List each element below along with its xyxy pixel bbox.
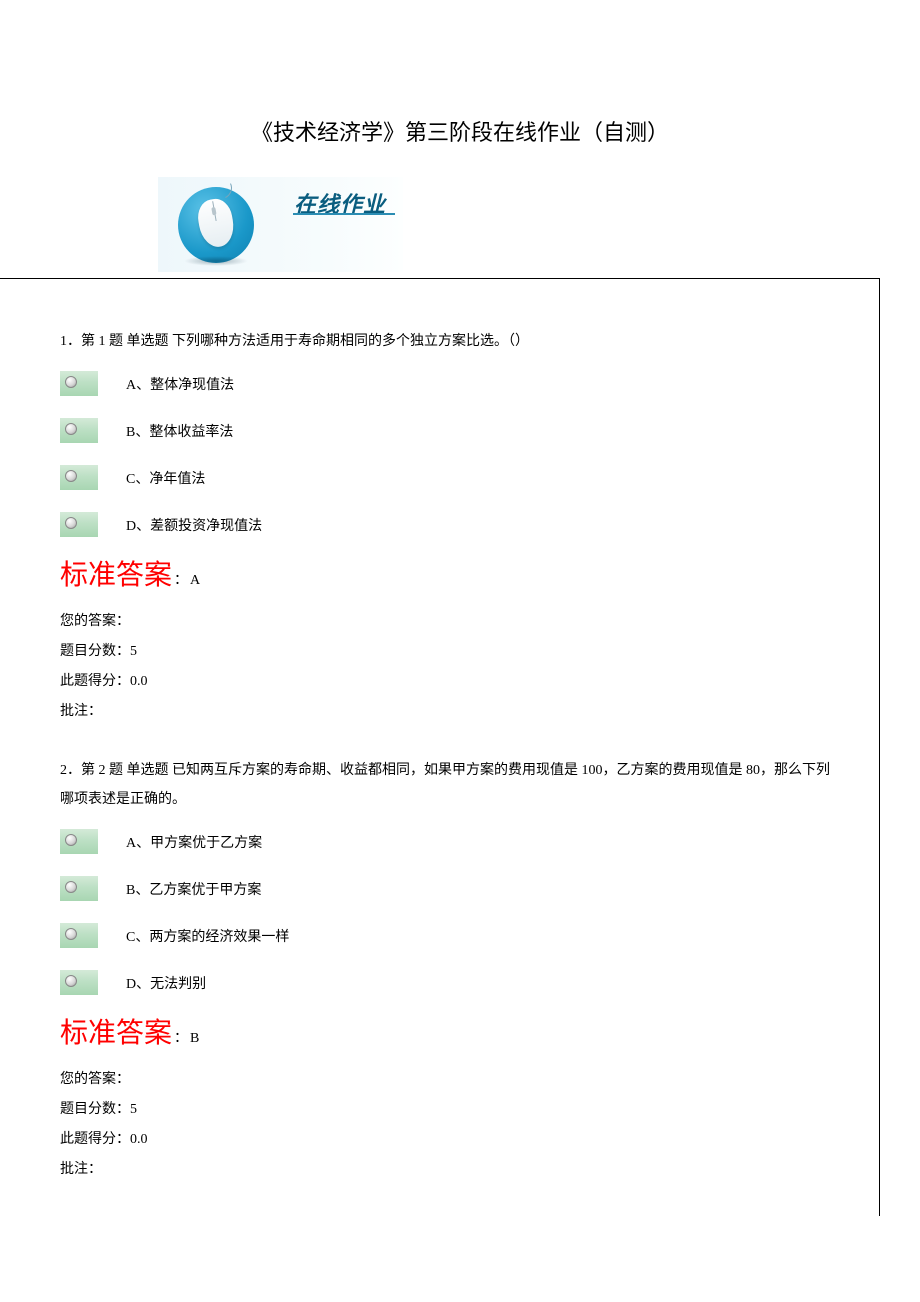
- question-stem: 1．第 1 题 单选题 下列哪种方法适用于寿命期相同的多个独立方案比选。（）: [60, 327, 839, 356]
- option-text: C、净年值法: [126, 468, 205, 488]
- question-score-line: 题目分数：5: [60, 1095, 839, 1125]
- option-row: D、无法判别: [60, 959, 839, 1006]
- standard-answer-value: A: [190, 573, 200, 588]
- question-block: 2．第 2 题 单选题 已知两互斥方案的寿命期、收益都相同，如果甲方案的费用现值…: [60, 756, 839, 1186]
- radio-button[interactable]: [60, 876, 98, 901]
- option-text: A、整体净现值法: [126, 374, 234, 394]
- option-text: D、差额投资净现值法: [126, 515, 262, 535]
- radio-button[interactable]: [60, 923, 98, 948]
- page-title: 《技术经济学》第三阶段在线作业（自测）: [0, 115, 920, 147]
- this-score-value: 0.0: [130, 1132, 148, 1147]
- radio-button[interactable]: [60, 829, 98, 854]
- option-row: B、乙方案优于甲方案: [60, 865, 839, 912]
- question-block: 1．第 1 题 单选题 下列哪种方法适用于寿命期相同的多个独立方案比选。（） A…: [60, 327, 839, 728]
- standard-answer: 标准答案：A: [60, 554, 839, 599]
- radio-button[interactable]: [60, 512, 98, 537]
- question-stem: 2．第 2 题 单选题 已知两互斥方案的寿命期、收益都相同，如果甲方案的费用现值…: [60, 756, 839, 815]
- option-row: B、整体收益率法: [60, 407, 839, 454]
- option-text: D、无法判别: [126, 973, 206, 993]
- radio-button[interactable]: [60, 371, 98, 396]
- radio-button[interactable]: [60, 970, 98, 995]
- question-score-value: 5: [130, 1102, 137, 1117]
- standard-answer-value: B: [190, 1031, 199, 1046]
- this-score-line: 此题得分：0.0: [60, 667, 839, 697]
- radio-button[interactable]: [60, 418, 98, 443]
- standard-answer: 标准答案：B: [60, 1012, 839, 1057]
- option-text: B、整体收益率法: [126, 421, 233, 441]
- this-score-value: 0.0: [130, 674, 148, 689]
- standard-answer-label: 标准答案: [60, 1018, 172, 1049]
- question-score-value: 5: [130, 644, 137, 659]
- this-score-line: 此题得分：0.0: [60, 1125, 839, 1155]
- online-homework-banner: 在线作业: [158, 177, 403, 272]
- option-row: A、整体净现值法: [60, 360, 839, 407]
- radio-button[interactable]: [60, 465, 98, 490]
- remark-line: 批注：: [60, 1155, 839, 1185]
- option-text: B、乙方案优于甲方案: [126, 879, 261, 899]
- mouse-icon: [174, 183, 259, 268]
- option-text: A、甲方案优于乙方案: [126, 832, 262, 852]
- standard-answer-label: 标准答案: [60, 560, 172, 591]
- remark-line: 批注：: [60, 697, 839, 727]
- option-row: C、两方案的经济效果一样: [60, 912, 839, 959]
- your-answer-line: 您的答案：: [60, 607, 839, 637]
- option-row: D、差额投资净现值法: [60, 501, 839, 548]
- option-text: C、两方案的经济效果一样: [126, 926, 289, 946]
- option-row: C、净年值法: [60, 454, 839, 501]
- question-score-line: 题目分数：5: [60, 637, 839, 667]
- your-answer-line: 您的答案：: [60, 1065, 839, 1095]
- option-row: A、甲方案优于乙方案: [60, 818, 839, 865]
